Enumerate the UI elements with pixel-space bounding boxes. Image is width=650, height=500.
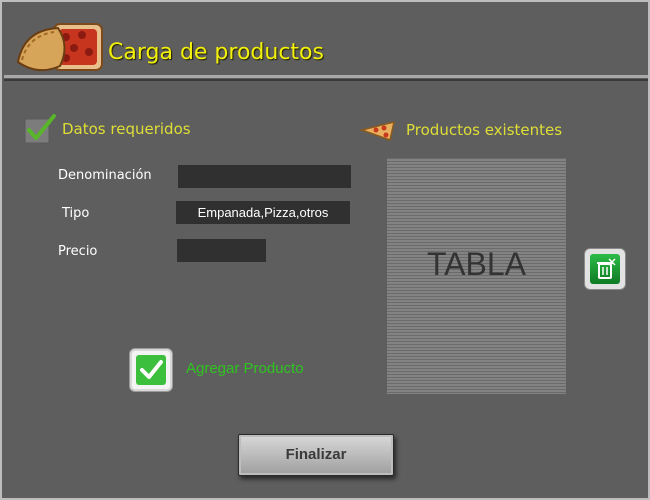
pizza-icon: [360, 120, 395, 141]
check-icon: [136, 355, 166, 385]
table-placeholder: TABLA: [427, 246, 526, 282]
precio-label: Precio: [58, 244, 98, 259]
add-product-label[interactable]: Agregar Producto: [186, 360, 304, 377]
denominacion-input[interactable]: [178, 165, 351, 188]
tipo-input[interactable]: Empanada,Pizza,otros: [176, 201, 350, 224]
existing-section-title: Productos existentes: [406, 121, 563, 139]
finalize-button[interactable]: Finalizar: [238, 434, 394, 476]
trash-icon: [597, 258, 616, 279]
products-table[interactable]: TABLA: [387, 158, 566, 394]
denominacion-label: Denominación: [58, 168, 152, 183]
delete-product-button[interactable]: [584, 248, 626, 290]
required-section-title: Datos requeridos: [62, 120, 191, 138]
checkmark-icon: [24, 114, 56, 144]
tipo-label: Tipo: [62, 206, 90, 221]
header-divider-shadow: [4, 79, 648, 81]
main-window: Carga de productos Datos requeridos Deno…: [0, 0, 650, 500]
precio-input[interactable]: [177, 239, 266, 262]
empanada-pizza-icon: [16, 23, 103, 72]
page-title: Carga de productos: [108, 40, 324, 65]
add-product-button[interactable]: [129, 348, 173, 392]
header-divider: [4, 75, 648, 78]
